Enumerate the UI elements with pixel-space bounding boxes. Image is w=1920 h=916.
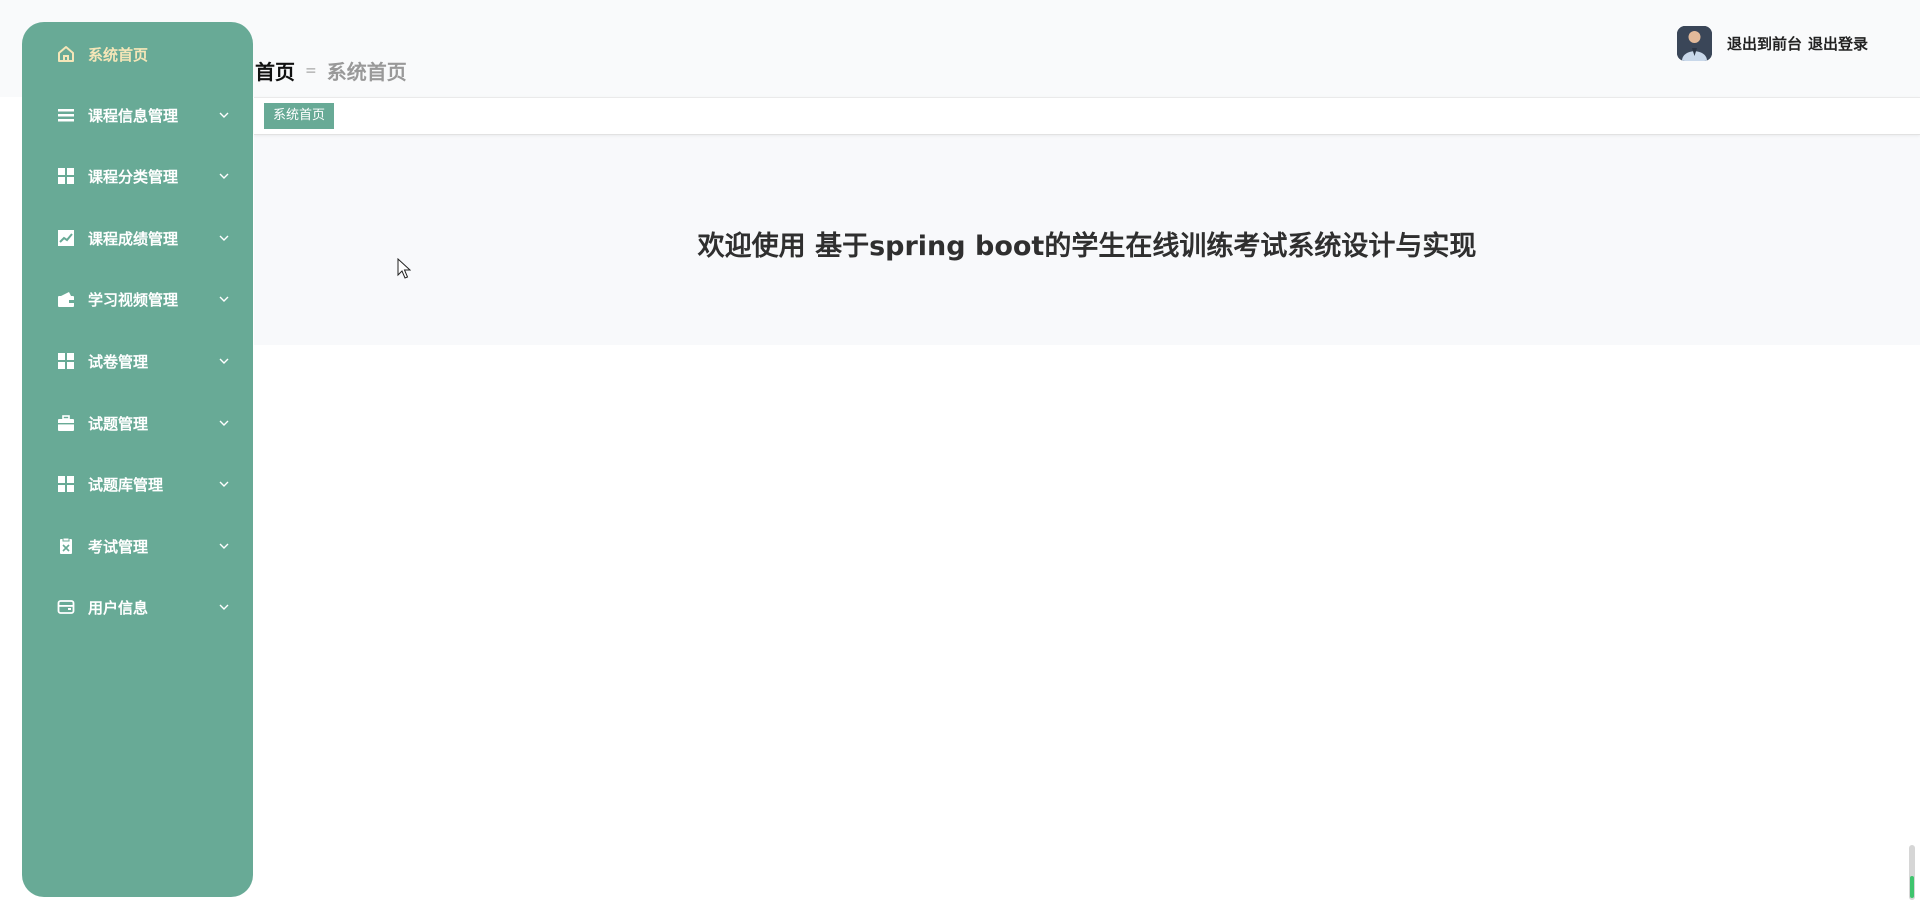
sidebar-item-user-info[interactable]: 用户信息 bbox=[22, 587, 253, 627]
briefcase-icon bbox=[56, 413, 76, 433]
chevron-down-icon bbox=[219, 296, 229, 302]
sidebar-item-label: 用户信息 bbox=[88, 598, 149, 617]
sidebar-item-label: 课程成绩管理 bbox=[88, 229, 179, 248]
tab-system-home[interactable]: 系统首页 bbox=[264, 103, 335, 129]
home-icon bbox=[56, 44, 76, 64]
chevron-down-icon bbox=[219, 543, 229, 549]
sidebar-item-label: 学习视频管理 bbox=[88, 290, 179, 309]
sidebar-item-label: 系统首页 bbox=[88, 45, 149, 64]
sidebar-item-label: 试题库管理 bbox=[88, 475, 164, 494]
logout-link[interactable]: 退出登录 bbox=[1808, 35, 1868, 53]
sidebar-item-course-info[interactable]: 课程信息管理 bbox=[22, 95, 253, 135]
sidebar-item-course-grades[interactable]: 课程成绩管理 bbox=[22, 218, 253, 258]
sidebar-item-question-bank[interactable]: 试题库管理 bbox=[22, 464, 253, 504]
chevron-down-icon bbox=[219, 112, 229, 118]
clipboard-icon bbox=[56, 536, 76, 556]
sidebar-item-label: 课程信息管理 bbox=[88, 106, 179, 125]
sidebar-item-label: 试题管理 bbox=[88, 414, 149, 433]
sidebar-item-label: 课程分类管理 bbox=[88, 167, 179, 186]
grid-icon bbox=[56, 474, 76, 494]
grid-icon bbox=[56, 351, 76, 371]
breadcrumb-home[interactable]: 首页 bbox=[255, 56, 295, 85]
mouse-cursor-icon bbox=[397, 258, 411, 279]
chevron-down-icon bbox=[219, 420, 229, 426]
breadcrumb-current: 系统首页 bbox=[326, 60, 407, 84]
sidebar-item-exam-paper[interactable]: 试卷管理 bbox=[22, 341, 253, 381]
sidebar-item-study-video[interactable]: 学习视频管理 bbox=[22, 279, 253, 319]
chevron-down-icon bbox=[219, 173, 229, 179]
chevron-down-icon bbox=[219, 481, 229, 487]
scrollbar-thumb[interactable] bbox=[1910, 876, 1914, 898]
sidebar-item-label: 考试管理 bbox=[88, 537, 149, 556]
sidebar-item-label: 试卷管理 bbox=[88, 352, 149, 371]
grid-icon bbox=[56, 166, 76, 186]
card-icon bbox=[56, 597, 76, 617]
wallet-icon bbox=[56, 289, 76, 309]
back-to-front-link[interactable]: 退出到前台 bbox=[1727, 35, 1802, 53]
sidebar-item-exam[interactable]: 考试管理 bbox=[22, 526, 253, 566]
sidebar: 系统首页 课程信息管理 课程分类管理 课程成绩管理 学习视频管理 试卷管理 试题… bbox=[22, 22, 253, 897]
sidebar-item-course-category[interactable]: 课程分类管理 bbox=[22, 156, 253, 196]
avatar[interactable] bbox=[1677, 26, 1712, 61]
chevron-down-icon bbox=[219, 604, 229, 610]
welcome-title: 欢迎使用 基于spring boot的学生在线训练考试系统设计与实现 bbox=[697, 231, 1477, 262]
chevron-down-icon bbox=[219, 235, 229, 241]
breadcrumb-separator: = bbox=[305, 62, 317, 79]
app-root: 系统首页 课程信息管理 课程分类管理 课程成绩管理 学习视频管理 试卷管理 试题… bbox=[0, 0, 1920, 916]
chevron-down-icon bbox=[219, 358, 229, 364]
breadcrumb: 首页 = 系统首页 bbox=[255, 56, 407, 85]
user-links: 退出到前台 退出登录 bbox=[1727, 33, 1868, 54]
tab-bar: 系统首页 bbox=[254, 97, 1920, 135]
sidebar-item-questions[interactable]: 试题管理 bbox=[22, 403, 253, 443]
sidebar-item-home[interactable]: 系统首页 bbox=[22, 34, 253, 74]
chart-icon bbox=[56, 228, 76, 248]
list-icon bbox=[56, 105, 76, 125]
